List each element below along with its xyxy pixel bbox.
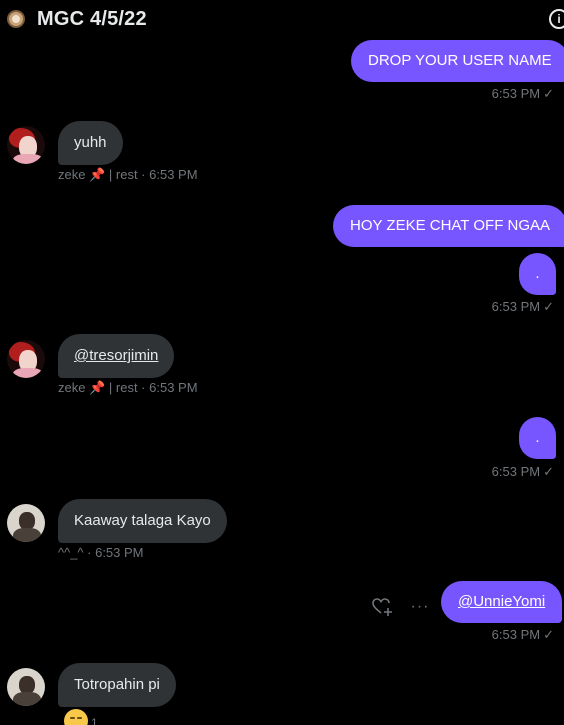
message-text: yuhh: [74, 134, 107, 151]
message-bubble-incoming[interactable]: yuhh: [58, 121, 123, 165]
heart-plus-icon[interactable]: [372, 597, 394, 617]
message-text: Kaaway talaga Kayo: [74, 512, 211, 529]
info-icon[interactable]: i: [549, 9, 564, 29]
mention-link[interactable]: @tresorjimin: [74, 347, 158, 364]
message-text: DROP YOUR USER NAME: [368, 52, 552, 69]
sent-check-icon: ✓: [543, 627, 554, 642]
mention-link[interactable]: @UnnieYomi: [458, 593, 545, 610]
message-bubble-incoming[interactable]: Totropahin pi: [58, 663, 176, 707]
avatar[interactable]: [7, 340, 45, 378]
message-text: .: [535, 429, 540, 446]
message-bubble-incoming[interactable]: @tresorjimin: [58, 334, 175, 378]
message-timestamp: 6:53 PM ✓: [491, 627, 554, 642]
reaction-emoji-icon[interactable]: [64, 709, 88, 725]
avatar[interactable]: [7, 504, 45, 542]
avatar[interactable]: [7, 126, 45, 164]
sender-meta: ^^_^ · 6:53 PM: [58, 545, 144, 560]
message-bubble-outgoing[interactable]: .: [519, 253, 556, 295]
message-timestamp: 6:53 PM ✓: [491, 299, 554, 314]
message-timestamp: 6:53 PM ✓: [491, 86, 554, 101]
sender-meta: zeke 📌 | rest · 6:53 PM: [58, 380, 198, 395]
conversation-title: MGC 4/5/22: [37, 8, 147, 30]
message-text: .: [535, 265, 540, 282]
message-bubble-outgoing[interactable]: .: [519, 417, 556, 459]
avatar[interactable]: [7, 668, 45, 706]
more-options-icon[interactable]: ···: [410, 597, 430, 617]
message-bubble-outgoing[interactable]: @UnnieYomi: [441, 581, 563, 623]
sender-meta: zeke 📌 | rest · 6:53 PM: [58, 167, 198, 182]
pin-icon: 📌: [89, 380, 106, 395]
group-avatar[interactable]: [7, 10, 25, 28]
message-bubble-incoming[interactable]: Kaaway talaga Kayo: [58, 499, 227, 543]
sent-check-icon: ✓: [543, 86, 554, 101]
sent-check-icon: ✓: [543, 299, 554, 314]
reaction-count: 1: [91, 716, 98, 725]
message-text: HOY ZEKE CHAT OFF NGAA: [350, 217, 551, 234]
sent-check-icon: ✓: [543, 464, 554, 479]
message-text: Totropahin pi: [74, 676, 160, 693]
message-bubble-outgoing[interactable]: DROP YOUR USER NAME: [351, 40, 564, 82]
message-timestamp: 6:53 PM ✓: [491, 464, 554, 479]
pin-icon: 📌: [89, 167, 106, 182]
message-bubble-outgoing[interactable]: HOY ZEKE CHAT OFF NGAA: [333, 205, 564, 247]
conversation-header: MGC 4/5/22 i: [0, 0, 564, 38]
